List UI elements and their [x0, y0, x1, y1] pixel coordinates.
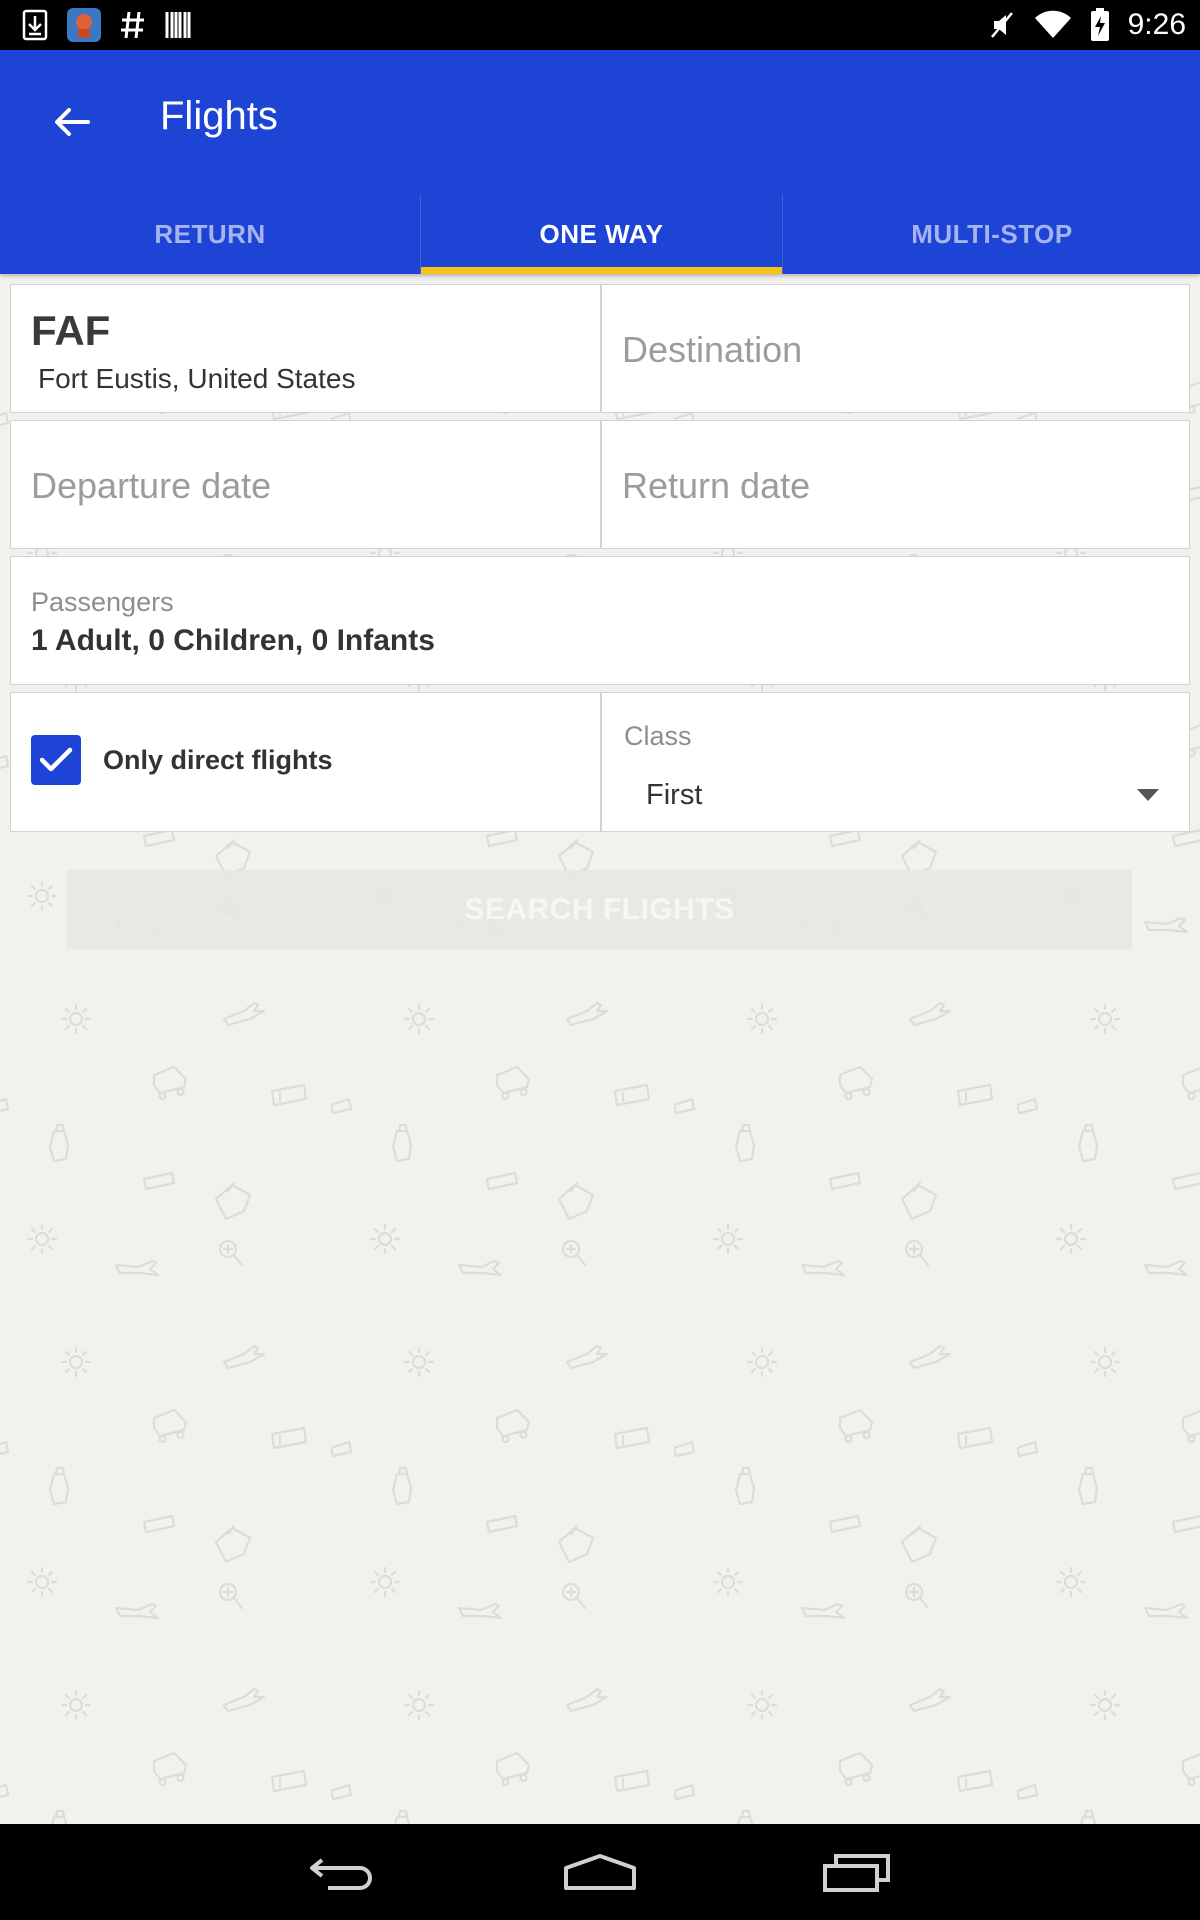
- tab-one-way[interactable]: ONE WAY: [420, 194, 783, 274]
- nav-recents-button[interactable]: [797, 1842, 917, 1902]
- return-date-field[interactable]: Return date: [602, 421, 1189, 548]
- tab-multi-stop[interactable]: MULTI-STOP: [783, 194, 1200, 274]
- origin-city: Fort Eustis, United States: [38, 363, 356, 394]
- destination-field[interactable]: Destination: [602, 285, 1189, 412]
- checkmark-icon: [39, 747, 73, 772]
- trip-type-tabs: RETURN ONE WAY MULTI-STOP: [0, 194, 1200, 274]
- system-nav-bar: [0, 1824, 1200, 1920]
- dates-card: Departure date Return date: [10, 420, 1190, 549]
- app-bar: Flights RETURN ONE WAY MULTI-STOP: [0, 50, 1200, 274]
- direct-flights-checkbox[interactable]: [31, 735, 81, 785]
- passengers-value: 1 Adult, 0 Children, 0 Infants: [31, 624, 435, 657]
- class-value: First: [646, 779, 703, 811]
- tab-return[interactable]: RETURN: [0, 194, 420, 274]
- departure-date-field[interactable]: Departure date: [11, 421, 600, 548]
- back-nav-icon: [310, 1858, 372, 1890]
- search-flights-label: SEARCH FLIGHTS: [464, 892, 735, 926]
- arrow-back-icon: [55, 108, 90, 136]
- app-notification-icon: [66, 7, 102, 43]
- direct-flights-option[interactable]: Only direct flights: [11, 693, 600, 831]
- tab-multi-stop-label: MULTI-STOP: [911, 218, 1073, 249]
- mute-icon: [988, 9, 1016, 41]
- direct-flights-label: Only direct flights: [103, 745, 333, 775]
- passengers-field[interactable]: Passengers 1 Adult, 0 Children, 0 Infant…: [10, 556, 1190, 685]
- nav-home-button[interactable]: [540, 1842, 660, 1902]
- passengers-label: Passengers: [31, 587, 174, 617]
- status-time: 9:26: [1127, 8, 1186, 41]
- origin-field[interactable]: FAF Fort Eustis, United States: [11, 285, 600, 412]
- back-button[interactable]: [40, 90, 104, 154]
- wifi-icon: [1034, 10, 1072, 40]
- class-label: Class: [624, 721, 692, 751]
- options-card: Only direct flights Class First: [10, 692, 1190, 832]
- notification-icons: [22, 8, 192, 42]
- chevron-down-icon: [1137, 789, 1159, 801]
- destination-placeholder: Destination: [622, 329, 803, 370]
- tab-one-way-label: ONE WAY: [539, 218, 664, 249]
- recents-nav-icon: [823, 1854, 890, 1892]
- download-icon: [22, 9, 48, 41]
- return-date-placeholder: Return date: [622, 465, 811, 506]
- route-card: FAF Fort Eustis, United States Destinati…: [10, 284, 1190, 413]
- system-icons: 9:26: [988, 8, 1186, 42]
- tab-return-label: RETURN: [154, 218, 266, 249]
- search-flights-button[interactable]: SEARCH FLIGHTS: [67, 870, 1132, 949]
- battery-charging-icon: [1090, 8, 1110, 42]
- page-title: Flights: [160, 94, 278, 138]
- hashtag-icon: [120, 9, 146, 41]
- nav-back-button[interactable]: [283, 1842, 403, 1902]
- status-bar: 9:26: [0, 0, 1200, 50]
- tab-selected-indicator: [421, 267, 782, 274]
- home-nav-icon: [564, 1854, 636, 1890]
- origin-code: FAF: [31, 307, 111, 354]
- class-select[interactable]: Class First: [602, 693, 1189, 831]
- departure-date-placeholder: Departure date: [31, 465, 272, 506]
- barcode-icon: [164, 10, 192, 40]
